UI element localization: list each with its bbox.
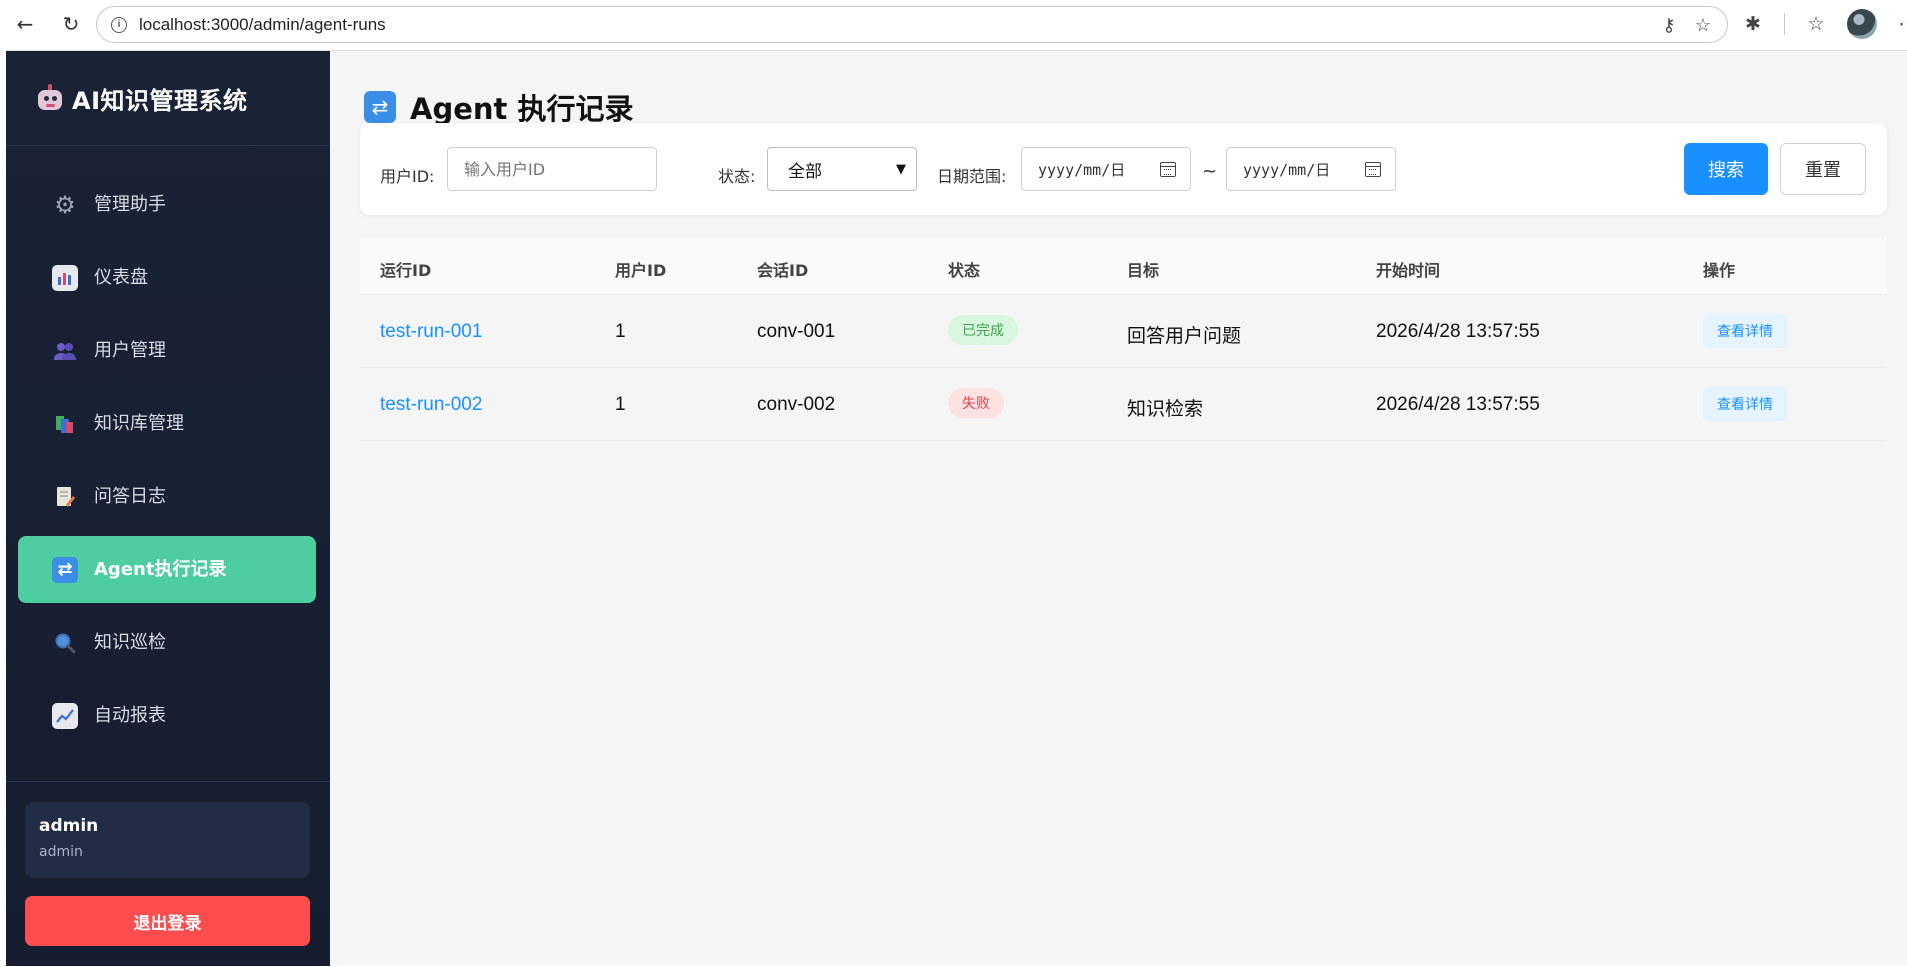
sidebar-item-auto-reports[interactable]: 自动报表 <box>18 682 316 749</box>
session-id-cell: conv-002 <box>757 394 836 415</box>
column-header: 会话ID <box>757 261 809 280</box>
user-id-cell: 1 <box>615 321 626 342</box>
view-details-button[interactable]: 查看详情 <box>1703 387 1787 421</box>
goal-cell: 知识检索 <box>1127 398 1204 420</box>
trend-chart-icon <box>52 702 78 729</box>
goal-cell: 回答用户问题 <box>1127 325 1242 347</box>
sidebar-item-qa-logs[interactable]: 问答日志 <box>18 463 316 530</box>
sidebar-item-assistant[interactable]: ⚙ 管理助手 <box>18 171 316 238</box>
user-name: admin <box>39 816 99 836</box>
column-header: 开始时间 <box>1376 261 1441 280</box>
robot-icon <box>36 84 64 112</box>
filter-panel: 用户ID: 状态: 全部 ▼ 日期范围: yyyy/mm/日 ~ yyyy/mm… <box>360 123 1887 215</box>
back-arrow-icon[interactable]: ← <box>10 9 40 39</box>
run-id-link[interactable]: test-run-001 <box>380 321 482 343</box>
browser-toolbar: ← ↻ i localhost:3000/admin/agent-runs ⚷ … <box>0 0 1907 48</box>
sidebar-footer: admin admin 退出登录 <box>6 781 330 966</box>
sidebar-item-label: Agent执行记录 <box>94 558 227 580</box>
refresh-icon: ⇄ <box>52 556 78 583</box>
date-separator: ~ <box>1202 161 1218 182</box>
sidebar-item-knowledge-base[interactable]: 知识库管理 <box>18 390 316 457</box>
date-start-input[interactable]: yyyy/mm/日 <box>1021 147 1191 191</box>
sidebar-item-agent-runs[interactable]: ⇄ Agent执行记录 <box>18 536 316 603</box>
brand: AI知识管理系统 <box>6 51 330 146</box>
memo-icon <box>52 484 78 510</box>
sidebar-item-label: 管理助手 <box>94 193 166 215</box>
start-time-cell: 2026/4/28 13:57:55 <box>1376 394 1540 415</box>
calendar-icon[interactable] <box>1365 161 1381 177</box>
bar-chart-icon <box>52 264 78 291</box>
run-id-link[interactable]: test-run-002 <box>380 394 482 416</box>
chevron-down-icon: ▼ <box>896 161 906 177</box>
extensions-icon[interactable]: ✱ <box>1740 11 1766 37</box>
users-icon <box>52 338 78 364</box>
start-time-cell: 2026/4/28 13:57:55 <box>1376 321 1540 342</box>
refresh-icon: ⇄ <box>364 91 396 123</box>
column-header: 操作 <box>1703 261 1736 280</box>
sidebar-item-label: 用户管理 <box>94 339 166 361</box>
reset-button[interactable]: 重置 <box>1780 143 1866 195</box>
url-text: localhost:3000/admin/agent-runs <box>139 14 386 34</box>
status-badge: 失败 <box>948 388 1004 418</box>
column-header: 运行ID <box>380 261 432 280</box>
column-header: 状态 <box>948 261 981 280</box>
sidebar-item-dashboard[interactable]: 仪表盘 <box>18 244 316 311</box>
reload-icon[interactable]: ↻ <box>56 9 86 39</box>
sidebar-item-label: 问答日志 <box>94 485 166 507</box>
user-card: admin admin <box>25 802 310 878</box>
sidebar: AI知识管理系统 ⚙ 管理助手 仪表盘 用户管理 知识库管理 问答日志 ⇄ Ag… <box>6 51 330 966</box>
logout-button[interactable]: 退出登录 <box>25 896 310 946</box>
sidebar-menu: ⚙ 管理助手 仪表盘 用户管理 知识库管理 问答日志 ⇄ Agent执行记录 知… <box>6 146 330 749</box>
address-bar[interactable]: i localhost:3000/admin/agent-runs ⚷ ☆ <box>96 6 1728 43</box>
calendar-icon[interactable] <box>1160 161 1176 177</box>
table-row: test-run-002 1 conv-002 失败 知识检索 2026/4/2… <box>360 368 1887 441</box>
date-end-input[interactable]: yyyy/mm/日 <box>1226 147 1396 191</box>
sidebar-item-label: 知识库管理 <box>94 412 184 434</box>
sidebar-item-label: 自动报表 <box>94 704 166 726</box>
books-icon <box>52 411 78 437</box>
brand-title: AI知识管理系统 <box>72 86 248 115</box>
page-title: Agent 执行记录 <box>410 92 634 126</box>
date-start-placeholder: yyyy/mm/日 <box>1038 160 1126 179</box>
column-header: 目标 <box>1127 261 1160 280</box>
toolbar-divider <box>1784 13 1785 35</box>
status-label: 状态: <box>718 167 756 186</box>
sidebar-item-label: 仪表盘 <box>94 266 148 288</box>
magnifier-icon <box>52 630 78 656</box>
sidebar-item-label: 知识巡检 <box>94 631 166 653</box>
status-select-value: 全部 <box>788 161 822 182</box>
agent-runs-table: 运行ID 用户ID 会话ID 状态 目标 开始时间 操作 test-run-00… <box>360 237 1887 441</box>
user-id-label: 用户ID: <box>380 167 435 186</box>
user-role: admin <box>39 844 83 860</box>
profile-avatar[interactable] <box>1847 9 1877 39</box>
table-header: 运行ID 用户ID 会话ID 状态 目标 开始时间 操作 <box>360 237 1887 295</box>
sidebar-item-knowledge-inspection[interactable]: 知识巡检 <box>18 609 316 676</box>
table-row: test-run-001 1 conv-001 已完成 回答用户问题 2026/… <box>360 295 1887 368</box>
date-range-label: 日期范围: <box>937 167 1007 186</box>
status-badge: 已完成 <box>948 315 1018 345</box>
info-icon[interactable]: i <box>111 16 127 33</box>
user-id-input[interactable] <box>447 147 657 191</box>
column-header: 用户ID <box>615 261 667 280</box>
gear-icon: ⚙ <box>54 190 76 219</box>
search-button[interactable]: 搜索 <box>1684 143 1768 195</box>
view-details-button[interactable]: 查看详情 <box>1703 314 1787 348</box>
session-id-cell: conv-001 <box>757 321 836 342</box>
date-end-placeholder: yyyy/mm/日 <box>1243 160 1331 179</box>
page-header: ⇄ Agent 执行记录 <box>364 86 633 128</box>
key-icon[interactable]: ⚷ <box>1659 15 1679 35</box>
more-menu-icon[interactable]: ⋯ <box>1895 11 1907 37</box>
star-icon[interactable]: ☆ <box>1693 15 1713 35</box>
status-select[interactable]: 全部 ▼ <box>767 147 917 191</box>
user-id-cell: 1 <box>615 394 626 415</box>
sidebar-item-users[interactable]: 用户管理 <box>18 317 316 384</box>
favorites-icon[interactable]: ☆ <box>1803 11 1829 37</box>
